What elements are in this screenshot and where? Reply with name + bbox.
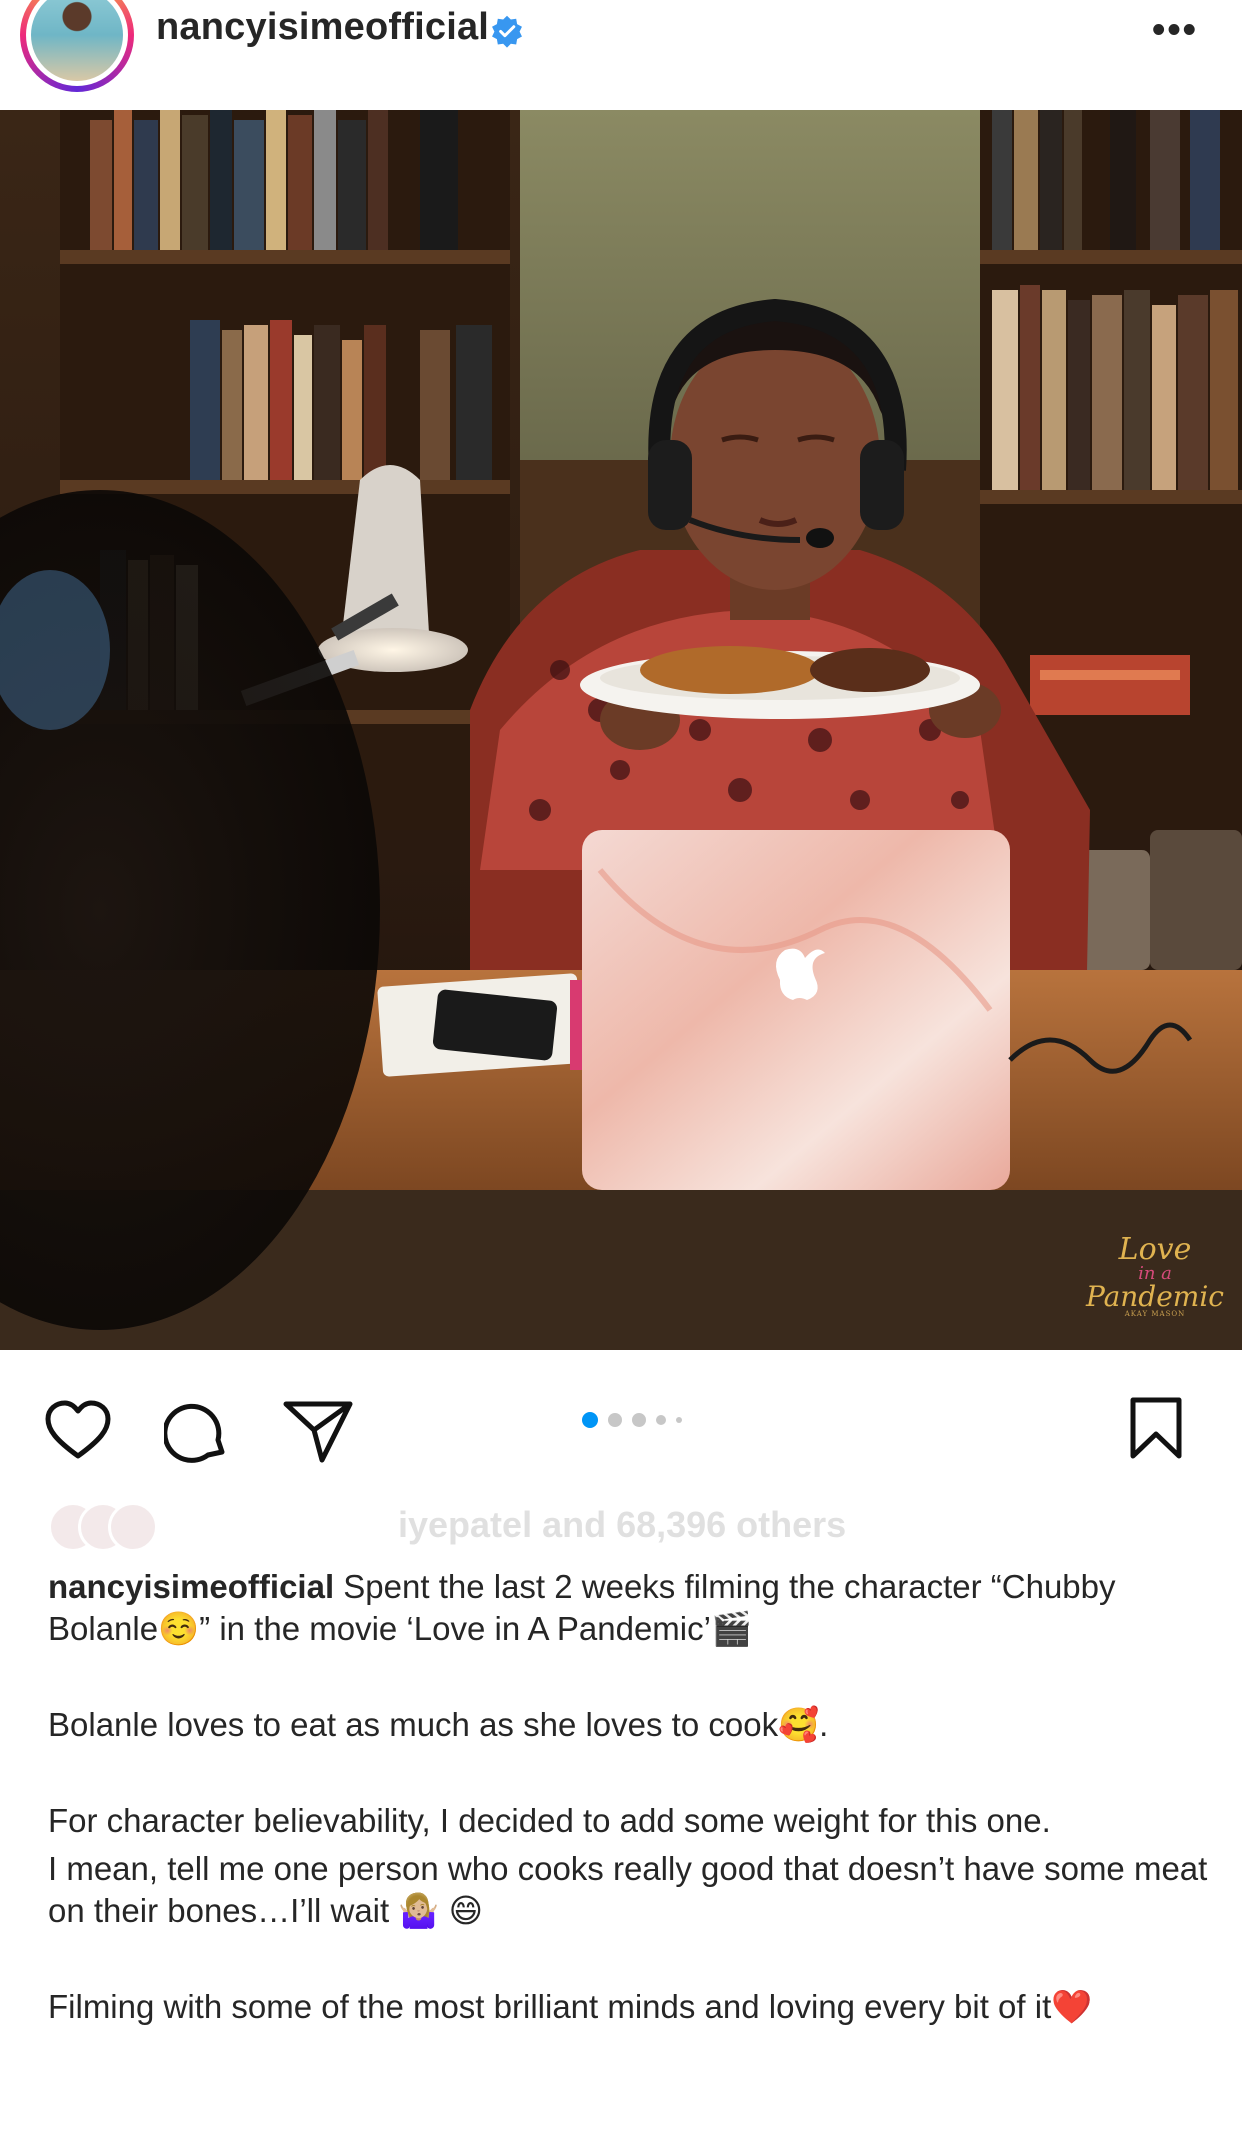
- carousel-dot[interactable]: [632, 1413, 646, 1427]
- caption-paragraph: nancyisimeofficial Spent the last 2 week…: [48, 1566, 1208, 1650]
- avatar-border: [26, 0, 128, 86]
- likes-row[interactable]: iyepatel and 68,396 others: [48, 1500, 1198, 1552]
- carousel-dot[interactable]: [582, 1412, 598, 1428]
- more-options-button[interactable]: •••: [1150, 10, 1200, 50]
- likes-count[interactable]: iyepatel and 68,396 others: [398, 1504, 846, 1546]
- photo-scene: [0, 110, 1242, 1350]
- post-caption: nancyisimeofficial Spent the last 2 week…: [48, 1566, 1208, 2028]
- comment-icon[interactable]: [164, 1400, 228, 1464]
- caption-text: For character believability, I decided t…: [48, 1802, 1051, 1839]
- liker-avatars: [48, 1502, 178, 1552]
- profile-avatar[interactable]: [20, 0, 134, 92]
- carousel-dot[interactable]: [676, 1417, 682, 1423]
- carousel-indicator: [582, 1410, 682, 1430]
- post-photo[interactable]: Love in a Pandemic AKAY MASON: [0, 110, 1242, 1350]
- caption-text: I mean, tell me one person who cooks rea…: [48, 1850, 1208, 1929]
- header-username[interactable]: nancyisimeofficial: [156, 6, 489, 49]
- watermark-line1: Love: [1118, 1232, 1192, 1267]
- caption-username[interactable]: nancyisimeofficial: [48, 1568, 334, 1605]
- caption-text: Filming with some of the most brilliant …: [48, 1988, 1093, 2025]
- post-header: nancyisimeofficial •••: [0, 0, 1242, 110]
- bookmark-icon[interactable]: [1128, 1396, 1184, 1462]
- more-icon: •••: [1152, 9, 1198, 51]
- avatar-image: [31, 0, 123, 81]
- carousel-dot[interactable]: [608, 1413, 622, 1427]
- watermark-line3: Pandemic: [1086, 1280, 1224, 1313]
- carousel-dot[interactable]: [656, 1415, 666, 1425]
- watermark-logo: Love in a Pandemic AKAY MASON: [1080, 1235, 1230, 1318]
- share-icon[interactable]: [282, 1398, 354, 1464]
- heart-icon[interactable]: [44, 1400, 112, 1460]
- liker-avatar: [108, 1502, 158, 1552]
- verified-icon: [492, 15, 522, 48]
- caption-text: Bolanle loves to eat as much as she love…: [48, 1706, 829, 1743]
